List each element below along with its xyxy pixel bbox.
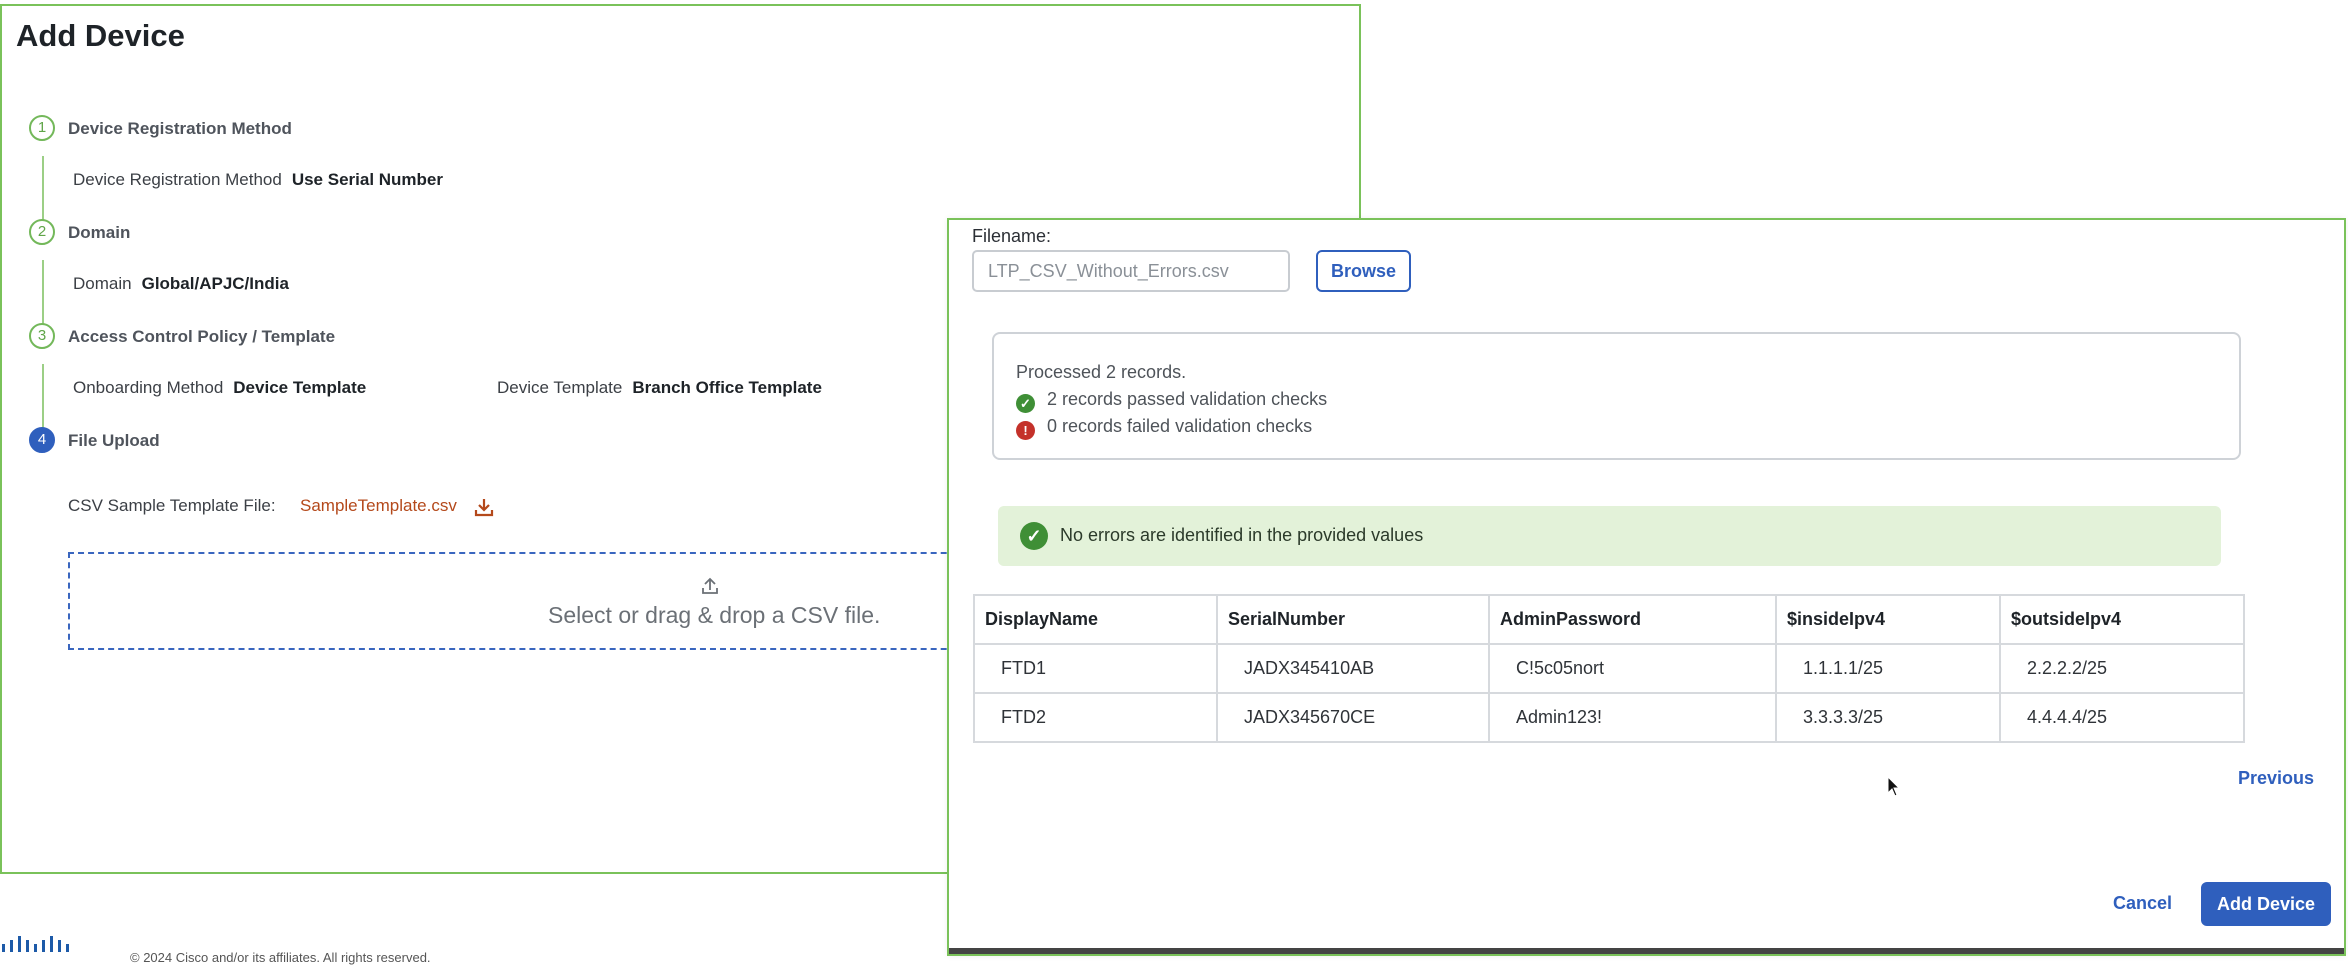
filename-label: Filename: xyxy=(972,226,1052,246)
page-title: Add Device xyxy=(16,18,185,53)
table-cell: 4.4.4.4/25 xyxy=(1999,692,2245,743)
csv-upload-modal: Filename: Browse Processed 2 records. ✓ 2… xyxy=(947,218,2346,956)
failed-records-text: 0 records failed validation checks xyxy=(1047,416,1313,436)
step-1-indicator: 1 xyxy=(29,115,55,141)
step-2-indicator: 2 xyxy=(29,219,55,245)
domain-value: Global/APJC/India xyxy=(141,274,289,293)
modal-bottom-edge xyxy=(949,948,2344,954)
onboarding-method-value: Device Template xyxy=(233,378,367,397)
passed-records-text: 2 records passed validation checks xyxy=(1047,389,1328,409)
table-cell: FTD2 xyxy=(973,692,1218,743)
mouse-cursor-icon xyxy=(1887,776,1901,797)
registration-method-row: Device Registration Method Use Serial Num… xyxy=(73,170,443,190)
domain-label: Domain xyxy=(73,274,132,293)
step-1-title: Device Registration Method xyxy=(68,119,292,138)
check-circle-icon: ✓ xyxy=(1020,522,1048,550)
table-cell: JADX345670CE xyxy=(1216,692,1490,743)
column-header: DisplayName xyxy=(973,594,1218,645)
column-header: $insideIpv4 xyxy=(1775,594,2001,645)
table-cell: 2.2.2.2/25 xyxy=(1999,643,2245,694)
step-2-title: Domain xyxy=(68,223,131,242)
browse-button[interactable]: Browse xyxy=(1316,250,1411,292)
table-header-row: DisplayName SerialNumber AdminPassword $… xyxy=(973,594,2245,645)
device-template-value: Branch Office Template xyxy=(632,378,822,397)
success-banner-text: No errors are identified in the provided… xyxy=(1060,525,1424,545)
table-cell: JADX345410AB xyxy=(1216,643,1490,694)
table-cell: Admin123! xyxy=(1488,692,1777,743)
step-connector xyxy=(42,260,44,324)
table-cell: C!5c05nort xyxy=(1488,643,1777,694)
table-cell: FTD1 xyxy=(973,643,1218,694)
cancel-button[interactable]: Cancel xyxy=(2113,893,2172,914)
onboarding-method-label: Onboarding Method xyxy=(73,378,224,397)
table-cell: 1.1.1.1/25 xyxy=(1775,643,2001,694)
registration-method-label: Device Registration Method xyxy=(73,170,282,189)
validation-summary: Processed 2 records. ✓ 2 records passed v… xyxy=(992,332,2241,460)
dropzone-text: Select or drag & drop a CSV file. xyxy=(548,602,881,628)
passed-row: ✓ 2 records passed validation checks xyxy=(1016,389,1327,413)
step-3-indicator: 3 xyxy=(29,323,55,349)
registration-method-value: Use Serial Number xyxy=(291,170,444,189)
success-banner: ✓ No errors are identified in the provid… xyxy=(998,506,2221,566)
csv-sample-label: CSV Sample Template File: xyxy=(68,496,276,515)
domain-row: Domain Global/APJC/India xyxy=(73,274,289,294)
table-row[interactable]: FTD1 JADX345410AB C!5c05nort 1.1.1.1/25 … xyxy=(973,643,2245,694)
device-template-label: Device Template xyxy=(497,378,623,397)
download-icon[interactable] xyxy=(473,496,495,518)
cisco-logo-icon xyxy=(2,936,69,952)
step-3-title: Access Control Policy / Template xyxy=(68,327,336,346)
step-connector xyxy=(42,364,44,428)
sample-template-link[interactable]: SampleTemplate.csv xyxy=(300,496,457,516)
footer-copyright: © 2024 Cisco and/or its affiliates. All … xyxy=(130,950,431,965)
processed-records-text: Processed 2 records. xyxy=(1016,362,1187,382)
column-header: SerialNumber xyxy=(1216,594,1490,645)
device-template-row: Device Template Branch Office Template xyxy=(497,378,822,398)
add-device-button[interactable]: Add Device xyxy=(2201,882,2331,926)
column-header: $outsideIpv4 xyxy=(1999,594,2245,645)
table-row[interactable]: FTD2 JADX345670CE Admin123! 3.3.3.3/25 4… xyxy=(973,692,2245,743)
check-circle-icon: ✓ xyxy=(1016,394,1035,413)
column-header: AdminPassword xyxy=(1488,594,1777,645)
upload-icon xyxy=(702,577,718,594)
step-4-title: File Upload xyxy=(68,431,160,450)
step-4-indicator: 4 xyxy=(29,427,55,453)
previous-button[interactable]: Previous xyxy=(2238,768,2314,789)
failed-row: ! 0 records failed validation checks xyxy=(1016,416,1312,440)
error-circle-icon: ! xyxy=(1016,421,1035,440)
table-cell: 3.3.3.3/25 xyxy=(1775,692,2001,743)
records-table: DisplayName SerialNumber AdminPassword $… xyxy=(973,594,2245,743)
step-connector xyxy=(42,156,44,220)
filename-input[interactable] xyxy=(972,250,1290,292)
onboarding-method-row: Onboarding Method Device Template xyxy=(73,378,366,398)
